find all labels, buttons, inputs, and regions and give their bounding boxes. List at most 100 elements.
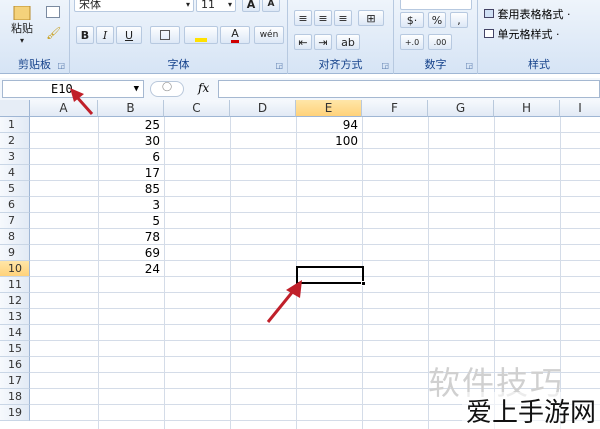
phonetic-button[interactable]: wén [254,26,284,44]
dialog-launcher-icon[interactable]: ◲ [275,61,283,70]
row-header[interactable]: 5 [0,181,30,197]
italic-label: I [102,28,108,42]
insert-function-button[interactable]: fx [198,81,209,95]
paste-icon [13,5,31,20]
increase-indent-button[interactable]: ⇥ [314,34,332,50]
cell-b10[interactable]: 24 [98,261,164,277]
cell-b6[interactable]: 3 [98,197,164,213]
bold-button[interactable]: B [76,26,94,44]
row-header[interactable]: 19 [0,405,30,421]
row-header[interactable]: 2 [0,133,30,149]
row-header[interactable]: 18 [0,389,30,405]
cell-b4[interactable]: 17 [98,165,164,181]
decrease-indent-button[interactable]: ⇤ [294,34,312,50]
borders-button[interactable] [150,26,180,44]
dialog-launcher-icon[interactable]: ◲ [381,61,389,70]
font-name-select[interactable]: 宋体 ▾ [74,0,194,12]
alignment-group-label: 对齐方式 [318,58,363,71]
increase-decimal-button[interactable]: +.0 [400,34,424,50]
font-size-select[interactable]: 11 ▾ [196,0,236,12]
ribbon: 粘贴 ▾ 🖌 剪贴板 ◲ 宋体 ▾ 11 ▾ A A B I U A wén 字… [0,0,600,74]
percent-button[interactable]: % [428,12,446,28]
gridline [30,292,600,293]
column-header-b[interactable]: B [98,100,164,117]
font-group-label: 字体 [167,58,190,71]
dialog-launcher-icon[interactable]: ◲ [465,61,473,70]
row-header[interactable]: 11 [0,277,30,293]
number-format-select[interactable] [400,0,472,10]
column-header-d[interactable]: D [230,100,296,117]
cell-styles-button[interactable]: 单元格样式 · [484,26,560,42]
shrink-font-label: A [267,0,275,9]
formula-controls: ◯ fx [146,81,216,97]
column-header-e[interactable]: E [296,100,362,117]
row-header[interactable]: 4 [0,165,30,181]
comma-button[interactable]: , [450,12,468,28]
formula-toggle-icon[interactable]: ◯ [150,81,184,97]
cell-styles-label: 单元格样式 · [497,28,560,41]
cell-b2[interactable]: 30 [98,133,164,149]
styles-group-label: 样式 [528,58,550,71]
dialog-launcher-icon[interactable]: ◲ [57,61,65,70]
format-as-table-label: 套用表格格式 · [497,8,571,21]
column-header-g[interactable]: G [428,100,494,117]
fill-handle[interactable] [361,281,366,286]
format-painter-icon[interactable]: 🖌 [46,26,61,40]
row-header[interactable]: 7 [0,213,30,229]
formula-input[interactable] [218,80,600,98]
column-header-h[interactable]: H [494,100,560,117]
cell-b3[interactable]: 6 [98,149,164,165]
grow-font-button[interactable]: A [242,0,260,12]
align-right-button[interactable]: ≡ [334,10,352,26]
row-header[interactable]: 8 [0,229,30,245]
cell-e2[interactable]: 100 [296,133,362,149]
cell-e1[interactable]: 94 [296,117,362,133]
cell-b8[interactable]: 78 [98,229,164,245]
paste-button[interactable]: 粘贴 ▾ [4,2,40,48]
row-header[interactable]: 15 [0,341,30,357]
row-header[interactable]: 14 [0,325,30,341]
increase-decimal-icon: +.0 [404,37,420,47]
align-right-icon: ≡ [338,11,348,25]
currency-button[interactable]: $· [400,12,424,28]
cell-b7[interactable]: 5 [98,213,164,229]
decrease-decimal-button[interactable]: .00 [428,34,452,50]
cell-b9[interactable]: 69 [98,245,164,261]
row-header[interactable]: 3 [0,149,30,165]
annotation-arrow-namebox [70,88,94,115]
row-header[interactable]: 16 [0,357,30,373]
indent-icon: ⇤ [298,35,308,49]
row-header[interactable]: 6 [0,197,30,213]
phonetic-label: wén [259,30,279,40]
select-all-corner[interactable] [0,100,30,117]
borders-icon [160,30,170,40]
format-as-table-button[interactable]: 套用表格格式 · [484,6,571,22]
row-header[interactable]: 10 [0,261,30,277]
chevron-down-icon[interactable]: ▼ [134,81,139,97]
align-left-button[interactable]: ≡ [294,10,312,26]
table-style-icon [484,9,494,18]
column-header-f[interactable]: F [362,100,428,117]
number-group: $· % , +.0 .00 数字 ◲ [394,0,478,74]
copy-icon[interactable] [46,6,60,18]
font-color-button[interactable]: A [220,26,250,44]
cell-b1[interactable]: 25 [98,117,164,133]
italic-button[interactable]: I [96,26,114,44]
orientation-button[interactable]: ab [336,34,360,50]
row-header[interactable]: 12 [0,293,30,309]
row-header[interactable]: 13 [0,309,30,325]
row-header[interactable]: 17 [0,373,30,389]
align-center-button[interactable]: ≡ [314,10,332,26]
fill-color-button[interactable] [184,26,218,44]
row-header[interactable]: 9 [0,245,30,261]
underline-button[interactable]: U [116,26,142,44]
clipboard-group: 粘贴 ▾ 🖌 剪贴板 ◲ [0,0,70,74]
merge-icon: ⊞ [366,11,376,25]
shrink-font-button[interactable]: A [262,0,280,12]
row-header[interactable]: 1 [0,117,30,133]
bold-label: B [80,28,90,42]
column-header-i[interactable]: I [560,100,600,117]
cell-b5[interactable]: 85 [98,181,164,197]
column-header-c[interactable]: C [164,100,230,117]
merge-center-button[interactable]: ⊞ [358,10,384,26]
